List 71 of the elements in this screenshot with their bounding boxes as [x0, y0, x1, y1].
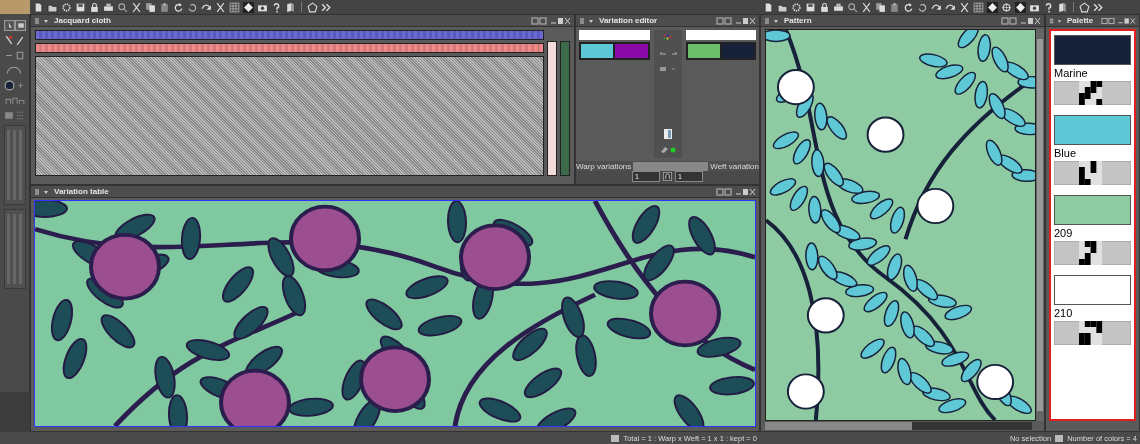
printer-icon[interactable]: [103, 1, 114, 13]
panel-menu-icon[interactable]: [579, 16, 595, 25]
slider-group[interactable]: [3, 125, 26, 205]
document-icon[interactable]: [33, 1, 44, 13]
panel-title: Jacquard cloth: [54, 16, 111, 25]
window-controls-icon[interactable]: [1101, 16, 1136, 25]
search-icon[interactable]: [117, 1, 128, 13]
window-controls-icon[interactable]: [716, 187, 756, 196]
color-name: 210: [1054, 307, 1074, 319]
save-icon[interactable]: [805, 1, 816, 13]
diamond-icon[interactable]: [987, 1, 998, 13]
printer-icon[interactable]: [833, 1, 844, 13]
lock-icon[interactable]: [819, 1, 830, 13]
swatch-row[interactable]: [579, 42, 650, 60]
clipboard-icon[interactable]: [159, 1, 170, 13]
weft-variations-label: Weft variation: [710, 161, 759, 171]
pentagon-icon[interactable]: [1079, 1, 1090, 13]
gear-icon[interactable]: [791, 1, 802, 13]
redo-icon[interactable]: [903, 1, 914, 13]
color-swatch[interactable]: [1054, 35, 1131, 65]
swatch-row[interactable]: [685, 42, 756, 60]
panel-title: Variation table: [54, 187, 109, 196]
panel-menu-icon[interactable]: [764, 16, 780, 25]
panel-title: Variation editor: [599, 16, 658, 25]
color-name: Blue: [1054, 147, 1078, 159]
status-swatch-icon: [1055, 434, 1064, 442]
tool-icon[interactable]: [657, 64, 678, 74]
panel-menu-icon[interactable]: [34, 16, 50, 25]
tool-icon[interactable]: [3, 50, 26, 61]
search-icon[interactable]: [847, 1, 858, 13]
window-controls-icon[interactable]: [1001, 16, 1041, 25]
pentagon-icon[interactable]: [307, 1, 318, 13]
book-icon[interactable]: [1057, 1, 1068, 13]
panel-menu-icon[interactable]: [34, 187, 50, 196]
link-icon[interactable]: [663, 172, 672, 181]
warp-variations-label: Warp variations: [576, 161, 632, 171]
save-icon[interactable]: [75, 1, 86, 13]
copy-icon[interactable]: [145, 1, 156, 13]
horizontal-scrollbar[interactable]: [765, 422, 1032, 430]
color-swatch[interactable]: [1054, 275, 1131, 305]
chevron-icon[interactable]: [321, 1, 332, 13]
chevron-icon[interactable]: [1093, 1, 1104, 13]
panel-title: Pattern: [784, 16, 812, 25]
copy-icon[interactable]: [875, 1, 886, 13]
panel-title: Palette: [1066, 16, 1094, 25]
color-name: 209: [1054, 227, 1074, 239]
book-icon[interactable]: [285, 1, 296, 13]
panel-menu-icon[interactable]: [1049, 16, 1063, 25]
wallpaper-placeholder: [0, 0, 30, 14]
document-icon[interactable]: [763, 1, 774, 13]
status-swatch-icon: [611, 434, 620, 442]
help-icon[interactable]: [1043, 1, 1054, 13]
color-dot-icon[interactable]: [3, 80, 26, 91]
vertical-scrollbar[interactable]: [1036, 29, 1044, 421]
tool-icon[interactable]: [3, 110, 26, 121]
window-controls-icon[interactable]: [531, 16, 571, 25]
redo-icon[interactable]: [173, 1, 184, 13]
slider-group[interactable]: [3, 209, 26, 289]
crosshair-icon[interactable]: [1001, 1, 1012, 13]
select-tool-icon[interactable]: [3, 20, 26, 31]
pipette-icon[interactable]: [3, 35, 26, 46]
help-icon[interactable]: [271, 1, 282, 13]
window-controls-icon[interactable]: [716, 16, 756, 25]
color-name: Marine: [1054, 67, 1089, 79]
color-swatch[interactable]: [1054, 195, 1131, 225]
diamond-icon[interactable]: [243, 1, 254, 13]
gear-icon[interactable]: [61, 1, 72, 13]
clipboard-icon[interactable]: [889, 1, 900, 13]
lock-icon[interactable]: [89, 1, 100, 13]
color-swatch[interactable]: [1054, 115, 1131, 145]
diamond-icon[interactable]: [1015, 1, 1026, 13]
